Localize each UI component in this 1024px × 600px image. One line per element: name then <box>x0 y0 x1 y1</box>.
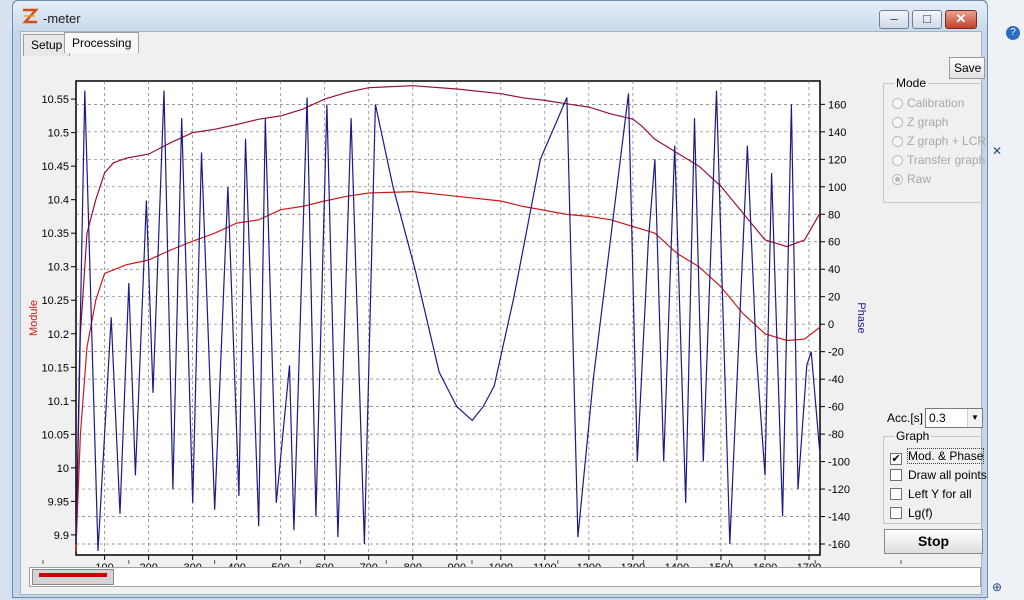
background-window-right: ? ✕ ⊕ <box>985 0 1024 600</box>
horizontal-scrollbar[interactable] <box>29 567 981 587</box>
checkmark-icon: ✔ <box>890 453 902 465</box>
acc-value: 0.3 <box>929 411 946 425</box>
acc-select[interactable]: 0.3 ▼ <box>925 408 983 428</box>
left-tick-label: 10.55 <box>41 94 69 106</box>
mode-option-label: Transfer graph <box>907 153 986 167</box>
app-logo-icon <box>22 8 39 24</box>
left-tick-label: 10.3 <box>48 262 69 274</box>
window-title: -meter <box>43 11 81 26</box>
mode-option-label: Z graph <box>907 115 949 129</box>
tab-processing[interactable]: Processing <box>64 32 140 53</box>
maximize-button[interactable]: □ <box>912 10 942 29</box>
checkbox-label: Draw all points <box>908 468 987 482</box>
mode-option-raw[interactable]: Raw <box>892 172 931 186</box>
stop-button[interactable]: Stop <box>884 529 983 554</box>
checkbox-label: Left Y for all <box>908 487 972 501</box>
right-tick-label: 40 <box>828 264 840 276</box>
checkbox-icon <box>890 469 902 481</box>
checkbox-label: Mod. & Phase <box>906 448 985 464</box>
mode-option-calibration[interactable]: Calibration <box>892 96 964 110</box>
scroll-thumb[interactable] <box>32 569 114 585</box>
client-area: Setup Processing 10020030040050060070080… <box>20 31 987 595</box>
right-tick-label: 100 <box>828 182 846 194</box>
meter-window: -meter – □ ✕ Setup Processing 1002003004… <box>12 0 988 598</box>
mode-option-label: Z graph + LCR <box>907 134 987 148</box>
close-button[interactable]: ✕ <box>945 10 977 29</box>
left-tick-label: 10 <box>57 463 69 475</box>
right-tick-label: -140 <box>828 512 850 524</box>
left-tick-label: 10.1 <box>48 396 69 408</box>
right-axis-title: Phase <box>855 302 867 333</box>
right-tick-label: -100 <box>828 457 850 469</box>
left-tick-label: 10.15 <box>41 362 69 374</box>
right-tick-label: 20 <box>828 292 840 304</box>
mode-group-title: Mode <box>894 76 929 90</box>
checkbox-lg-f[interactable]: Lg(f) <box>890 506 933 520</box>
zoom-in-icon[interactable]: ⊕ <box>992 580 1002 594</box>
mode-option-transfer-graph[interactable]: Transfer graph <box>892 153 985 167</box>
radio-icon <box>892 117 903 128</box>
title-bar[interactable]: -meter – □ ✕ <box>13 1 987 31</box>
right-tick-label: 120 <box>828 154 846 166</box>
right-tick-label: -80 <box>828 429 844 441</box>
checkbox-icon <box>890 488 902 500</box>
left-tick-label: 9.95 <box>48 496 69 508</box>
close-icon[interactable]: ✕ <box>992 144 1002 158</box>
radio-icon <box>892 155 903 166</box>
right-tick-label: -40 <box>828 374 844 386</box>
help-icon[interactable]: ? <box>1006 26 1020 40</box>
mode-option-label: Calibration <box>907 96 965 110</box>
right-tick-label: -120 <box>828 484 850 496</box>
left-tick-label: 10.5 <box>48 128 69 140</box>
left-tick-label: 9.9 <box>54 530 69 542</box>
chart: 1002003004005006007008009001000110012001… <box>28 80 916 572</box>
right-tick-label: -60 <box>828 402 844 414</box>
left-tick-label: 10.35 <box>41 228 69 240</box>
right-tick-label: 60 <box>828 237 840 249</box>
mode-option-z-graph[interactable]: Z graph <box>892 115 948 129</box>
save-button[interactable]: Save <box>949 57 985 79</box>
right-tick-label: -20 <box>828 347 844 359</box>
right-tick-label: -160 <box>828 539 850 551</box>
minimize-button[interactable]: – <box>879 10 909 29</box>
checkbox-mod-phase[interactable]: ✔ Mod. & Phase <box>890 448 985 465</box>
mode-option-z-graph-lcr[interactable]: Z graph + LCR <box>892 134 986 148</box>
left-tick-label: 10.45 <box>41 161 69 173</box>
left-tick-label: 10.25 <box>41 295 69 307</box>
left-tick-label: 10.05 <box>41 429 69 441</box>
radio-selected-icon <box>892 174 903 185</box>
right-tick-label: 140 <box>828 127 846 139</box>
graph-group: Graph ✔ Mod. & Phase Draw all points Left… <box>883 429 987 524</box>
radio-icon <box>892 136 903 147</box>
checkbox-label: Lg(f) <box>908 506 933 520</box>
right-tick-label: 0 <box>828 319 834 331</box>
checkbox-left-y-for-all[interactable]: Left Y for all <box>890 487 972 501</box>
mode-group: Mode Calibration Z graph Z graph + LCR T… <box>883 76 986 203</box>
chevron-down-icon[interactable]: ▼ <box>967 409 982 427</box>
left-tick-label: 10.4 <box>48 195 69 207</box>
progress-indicator <box>39 573 107 577</box>
radio-icon <box>892 98 903 109</box>
right-tick-label: 80 <box>828 209 840 221</box>
left-tick-label: 10.2 <box>48 329 69 341</box>
checkbox-draw-all-points[interactable]: Draw all points <box>890 468 987 482</box>
graph-group-title: Graph <box>894 429 932 443</box>
left-axis-title: Module <box>28 300 40 336</box>
checkbox-icon <box>890 507 902 519</box>
right-tick-label: 160 <box>828 99 846 111</box>
acc-label: Acc.[s] <box>887 411 924 425</box>
mode-option-label: Raw <box>907 172 932 186</box>
